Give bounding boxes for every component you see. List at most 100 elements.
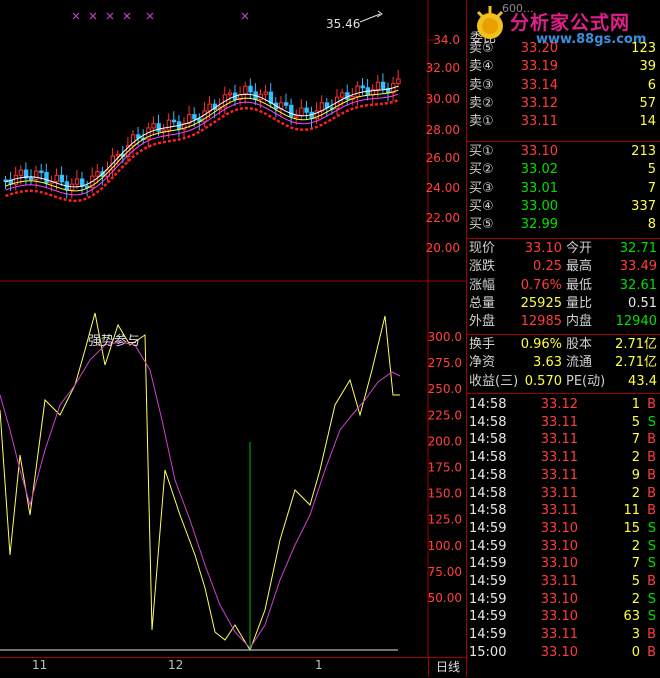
bid-row[interactable]: 买⑤ 32.99 8 [466, 216, 660, 234]
ask-row[interactable]: 卖② 33.12 57 [466, 95, 660, 113]
tick-row[interactable]: 14:59 33.10 15 S [466, 520, 660, 538]
tick-side: B [647, 574, 656, 589]
stat-value: 0.76% [520, 277, 562, 293]
bid-row[interactable]: 买② 33.02 5 [466, 161, 660, 179]
bid-volume: 337 [631, 198, 656, 214]
stat-label: 现价 [469, 241, 496, 256]
date-axis [0, 657, 466, 678]
price-axis-label: 26.00 [426, 151, 460, 165]
stat-label: 涨幅 [469, 277, 496, 293]
stat-row: 现价 33.10 今开 32.71 [466, 240, 660, 258]
tick-volume: 9 [631, 467, 640, 483]
tick-side: B [647, 503, 656, 519]
fund-label: 净资 [469, 355, 496, 371]
tick-side: S [647, 520, 656, 536]
ma-line-magenta [5, 93, 399, 196]
high-price-marker: 35.46 [326, 17, 361, 31]
tick-row[interactable]: 14:58 33.11 11 B [466, 502, 660, 520]
tick-volume: 3 [631, 627, 640, 643]
tick-side: S [647, 538, 656, 554]
ask-price: 33.12 [520, 95, 558, 111]
bid-row[interactable]: 买① 33.10 213 [466, 143, 660, 161]
tick-price: 33.11 [540, 414, 578, 430]
chart-area[interactable]: 34.0 32.00 30.00 28.00 26.00 24.00 22.00 20.00 … [0, 0, 466, 677]
stat-label: 今开 [566, 241, 593, 256]
stat-row: 总量 25925 量比 0.51 [466, 295, 660, 313]
indicator-axis-label: 200.0 [428, 434, 462, 448]
indicator-axis-label: 175.0 [428, 461, 462, 475]
candle [192, 114, 197, 120]
fund-label: 换手 [469, 337, 496, 352]
candle [161, 129, 167, 132]
indicator-axis-label: 300.0 [428, 330, 462, 344]
ask-row[interactable]: 卖⑤ 33.20 123 [466, 40, 660, 58]
tick-time: 14:59 [469, 520, 507, 536]
stat-value: 0.51 [628, 295, 657, 311]
tick-volume: 2 [631, 450, 640, 466]
signal-marker [106, 12, 114, 20]
candle [299, 107, 304, 117]
ask-price: 33.11 [520, 114, 558, 130]
tick-time: 14:59 [469, 556, 507, 572]
fund-label: 股本 [566, 337, 593, 352]
ask-volume: 39 [639, 59, 656, 75]
ask-label: 卖② [469, 95, 494, 111]
bid-row[interactable]: 买③ 33.01 7 [466, 180, 660, 198]
separator [466, 141, 660, 142]
tick-row[interactable]: 14:59 33.10 2 S [466, 591, 660, 609]
tick-row[interactable]: 14:59 33.10 7 S [466, 555, 660, 573]
stat-label: 量比 [566, 295, 593, 311]
signal-marker [72, 12, 80, 20]
signal-marker [123, 12, 131, 20]
price-axis-label: 28.00 [426, 123, 460, 137]
candle [39, 170, 44, 174]
indicator-axis-label: 100.0 [428, 539, 462, 553]
candle [243, 85, 248, 96]
tick-side: B [647, 432, 656, 448]
ask-row[interactable]: 卖① 33.11 14 [466, 113, 660, 131]
period-selector[interactable]: 日线 [428, 657, 467, 677]
tick-row[interactable]: 14:58 33.11 9 B [466, 467, 660, 485]
tick-price: 33.11 [540, 450, 578, 466]
ask-volume: 123 [631, 41, 656, 56]
bid-volume: 7 [647, 180, 656, 196]
tick-row[interactable]: 14:58 33.11 2 B [466, 485, 660, 503]
ask-row[interactable]: 卖③ 33.14 6 [466, 77, 660, 95]
tick-row[interactable]: 14:58 33.11 2 B [466, 449, 660, 467]
price-axis-label: 20.00 [426, 241, 460, 255]
ma-line-white [5, 85, 399, 188]
tick-price: 33.11 [540, 503, 578, 519]
indicator-axis-label: 50.00 [428, 591, 462, 605]
stat-label: 外盘 [469, 314, 496, 330]
indicator-axis-label: 150.0 [428, 487, 462, 501]
tick-row[interactable]: 14:58 33.12 1 B [466, 396, 660, 414]
date-label-12: 12 [168, 658, 184, 672]
tick-row[interactable]: 14:59 33.11 5 B [466, 573, 660, 591]
price-chart[interactable]: 34.032.0030.0028.0026.0024.0022.0020.00 … [0, 0, 466, 677]
tick-row[interactable]: 14:59 33.11 3 B [466, 626, 660, 644]
tick-price: 33.11 [540, 432, 578, 448]
tick-row[interactable]: 14:59 33.10 63 S [466, 608, 660, 626]
ask-label: 卖③ [469, 77, 494, 93]
ask-row[interactable]: 卖④ 33.19 39 [466, 58, 660, 76]
tick-row[interactable]: 14:59 33.10 2 S [466, 538, 660, 556]
bid-volume: 213 [631, 144, 656, 159]
candle [360, 85, 365, 89]
tick-volume: 15 [623, 520, 640, 536]
tick-time: 14:59 [469, 627, 507, 643]
tick-time: 14:58 [469, 485, 507, 501]
candle [396, 78, 401, 85]
bid-label: 买① [469, 144, 494, 159]
price-axis-label: 34.0 [433, 33, 460, 47]
tick-row[interactable]: 15:00 33.10 0 B [466, 644, 660, 662]
stat-row: 涨幅 0.76% 最低 32.61 [466, 277, 660, 295]
tick-row[interactable]: 14:58 33.11 5 S [466, 414, 660, 432]
bid-price: 33.10 [520, 144, 558, 159]
tick-volume: 1 [631, 397, 640, 412]
price-axis-label: 30.00 [426, 92, 460, 106]
tick-price: 33.10 [540, 538, 578, 554]
tick-time: 14:58 [469, 467, 507, 483]
separator [466, 393, 660, 394]
bid-row[interactable]: 买④ 33.00 337 [466, 198, 660, 216]
tick-row[interactable]: 14:58 33.11 7 B [466, 431, 660, 449]
